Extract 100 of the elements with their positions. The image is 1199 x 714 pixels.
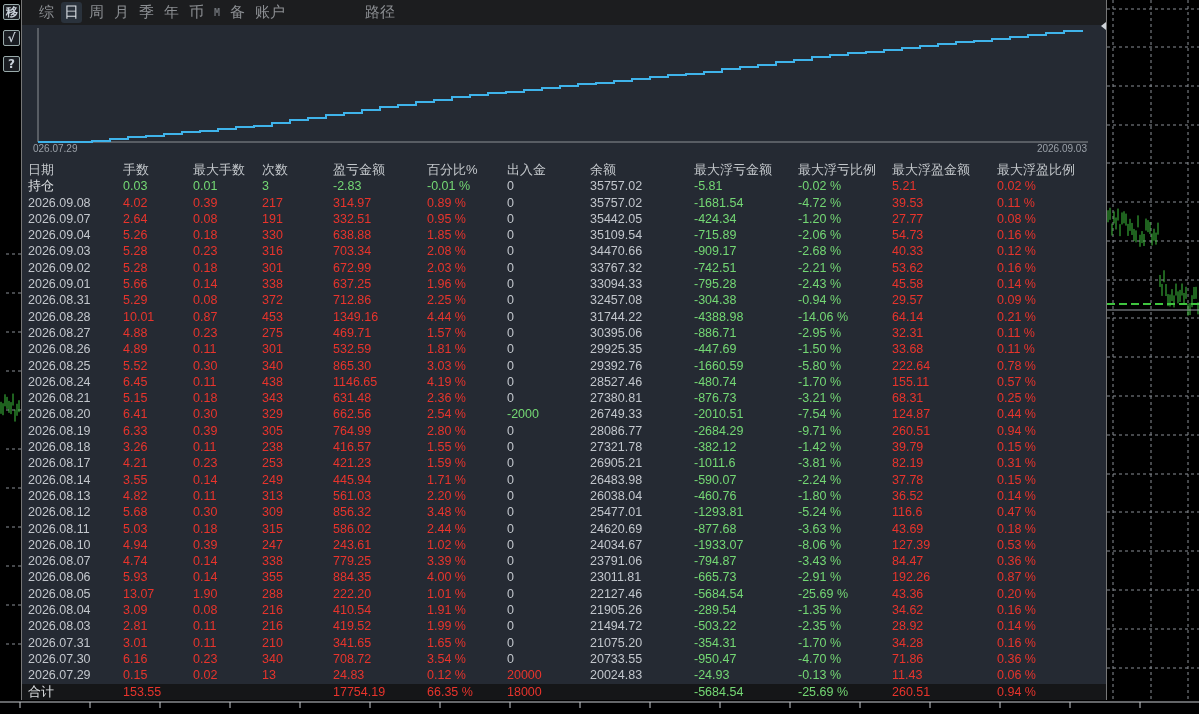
- table-cell-text: 0.15 %: [997, 471, 1037, 488]
- table-cell-text: -503.22: [694, 618, 738, 635]
- table-cell-text: 2.20 %: [427, 487, 467, 505]
- row-label: 2026.08.07: [28, 553, 92, 570]
- row-label: 2026.08.12: [28, 504, 92, 521]
- table-cell-text: 416.57: [333, 439, 373, 456]
- table-cell-text: 21075.20: [590, 634, 644, 651]
- tab[interactable]: 备: [227, 2, 249, 23]
- table-cell-text: 0: [507, 324, 515, 342]
- table-cell-text: 0: [507, 471, 515, 488]
- table-cell-text: 1.55 %: [427, 439, 467, 456]
- table-cell-text: -460.76: [694, 487, 738, 505]
- table-cell-text: 865.30: [333, 357, 373, 374]
- tool-button[interactable]: √: [3, 30, 20, 46]
- table-cell-text: 5.03: [123, 520, 149, 537]
- table-cell-text: -1.20 %: [798, 210, 843, 228]
- table-cell-text: 6.33: [123, 422, 149, 440]
- tab[interactable]: 月: [111, 2, 132, 23]
- table-cell-text: -2.35 %: [798, 618, 843, 635]
- table-cell-text: 1.02 %: [427, 536, 467, 554]
- table-cell-text: -8.06 %: [798, 536, 843, 554]
- tab[interactable]: 年: [161, 2, 182, 23]
- table-cell-text: -1.42 %: [798, 439, 843, 456]
- column-header: 最大浮盈比例: [997, 162, 1076, 179]
- table-cell-text: -25.69 %: [798, 585, 850, 602]
- table-cell-text: 191: [262, 210, 284, 228]
- table-cell-text: -382.12: [694, 439, 738, 456]
- table-cell-text: -1.35 %: [798, 602, 843, 619]
- tab[interactable]: 季: [136, 2, 157, 23]
- table-cell-text: 35757.02: [590, 178, 644, 195]
- tab[interactable]: 币: [186, 2, 207, 23]
- table-cell-text: 0: [507, 487, 515, 505]
- table-cell-text: 18000: [507, 683, 543, 700]
- table-cell-text: 0.16 %: [997, 634, 1037, 651]
- tab[interactable]: 账户: [252, 2, 289, 23]
- tab[interactable]: 综: [36, 2, 57, 23]
- table-cell-text: 24620.69: [590, 520, 644, 537]
- table-cell-text: 0.02: [193, 667, 219, 684]
- table-cell-text: 301: [262, 341, 284, 358]
- tab[interactable]: M: [211, 2, 224, 23]
- table-cell-text: 20000: [507, 667, 543, 684]
- table-cell-text: 247: [262, 536, 284, 554]
- path-button[interactable]: 路径: [362, 2, 399, 23]
- table-cell-text: 82.19: [892, 455, 925, 472]
- table-cell-text: 29.57: [892, 292, 925, 309]
- table-cell-text: -742.51: [694, 259, 738, 277]
- row-label: 2026.08.03: [28, 618, 92, 635]
- table-cell-text: -0.01 %: [427, 178, 472, 195]
- table-cell-text: -3.81 %: [798, 455, 843, 472]
- table-cell-text: 35442.05: [590, 210, 644, 228]
- tab[interactable]: 日: [61, 2, 82, 23]
- table-cell-text: 0: [507, 259, 515, 277]
- column-header: 手数: [123, 162, 150, 179]
- table-cell-text: 39.53: [892, 194, 925, 211]
- table-cell-text: 5.68: [123, 504, 149, 521]
- tool-button[interactable]: ?: [3, 56, 20, 72]
- table-cell-text: 0: [507, 439, 515, 456]
- column-header: 百分比%: [427, 162, 479, 179]
- table-cell-text: 64.14: [892, 308, 925, 325]
- table-cell-text: 0.31 %: [997, 455, 1037, 472]
- table-cell-text: 0.18: [193, 520, 219, 537]
- table-cell-text: 2.80 %: [427, 422, 467, 440]
- table-cell-text: 0.08: [193, 602, 219, 619]
- table-cell-text: 0: [507, 520, 515, 537]
- table-cell-text: -1933.07: [694, 536, 745, 554]
- row-label: 2026.08.19: [28, 422, 92, 440]
- tool-button[interactable]: 移: [3, 4, 20, 20]
- table-cell-text: 0.14: [193, 276, 219, 293]
- table-cell-text: 2.03 %: [427, 259, 467, 277]
- table-cell-text: 222.64: [892, 357, 932, 374]
- table-cell-text: 4.89: [123, 341, 149, 358]
- table-cell-text: 0.18: [193, 390, 219, 407]
- table-cell-text: -2684.29: [694, 422, 745, 440]
- table-cell-text: 343: [262, 390, 284, 407]
- table-cell-text: 4.74: [123, 553, 149, 570]
- table-cell-text: 0.87: [193, 308, 219, 325]
- table-cell-text: 23791.06: [590, 553, 644, 570]
- table-cell-text: 192.26: [892, 569, 932, 586]
- table-cell-text: -2.83: [333, 178, 363, 195]
- table-cell-text: 3.01: [123, 634, 149, 651]
- table-cell-text: 1349.16: [333, 308, 380, 325]
- table-cell-text: 238: [262, 439, 284, 456]
- table-cell-text: -424.34: [694, 210, 738, 228]
- row-label: 2026.07.30: [28, 650, 92, 668]
- table-cell-text: 0.39: [193, 536, 219, 554]
- table-cell-text: 54.73: [892, 227, 925, 244]
- table-cell-text: 0: [507, 553, 515, 570]
- table-cell-text: 34470.66: [590, 243, 644, 260]
- table-cell-text: 5.28: [123, 243, 149, 260]
- tab[interactable]: 周: [86, 2, 107, 23]
- table-cell-text: 0: [507, 455, 515, 472]
- table-cell-text: -3.63 %: [798, 520, 843, 537]
- table-cell-text: -2.24 %: [798, 471, 843, 488]
- table-cell-text: 0.16 %: [997, 227, 1037, 244]
- table-cell-text: -794.87: [694, 553, 738, 570]
- table-cell-text: 0.25 %: [997, 390, 1037, 407]
- table-cell-text: 0.47 %: [997, 504, 1037, 521]
- table-cell-text: 116.6: [892, 504, 924, 521]
- table-cell-text: 34.28: [892, 634, 925, 651]
- table-cell-text: 305: [262, 422, 284, 440]
